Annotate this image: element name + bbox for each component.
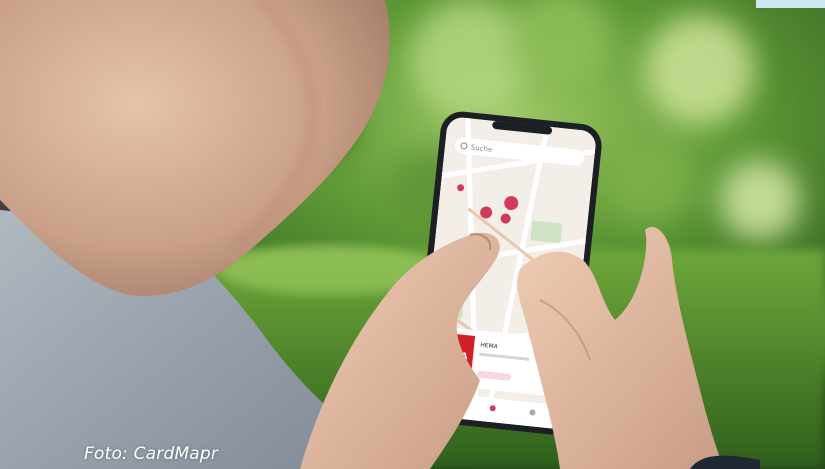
corner-accent-bar xyxy=(756,0,825,8)
photo: Suche HEMA HEMA xyxy=(0,0,825,469)
photo-credit: Foto: CardMapr xyxy=(84,444,219,464)
photo-frame: Suche HEMA HEMA xyxy=(0,0,825,469)
